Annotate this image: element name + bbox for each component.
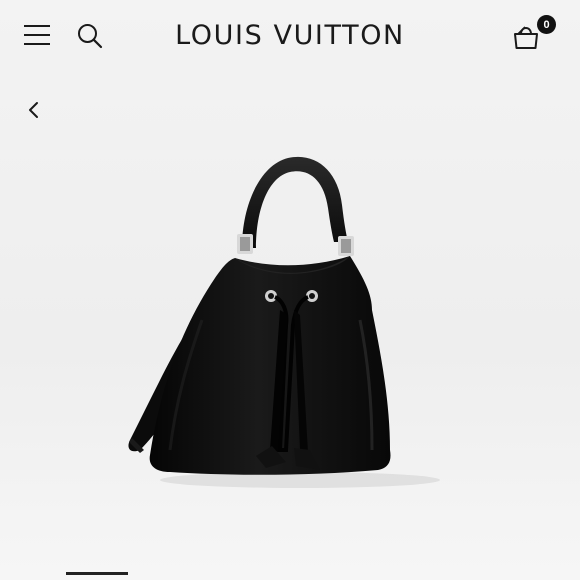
brand-logo[interactable]: LOUIS VUITTON bbox=[0, 20, 580, 51]
chevron-left-icon bbox=[29, 102, 38, 118]
product-page: LOUIS VUITTON 0 bbox=[0, 0, 580, 580]
image-pagination-indicator bbox=[66, 572, 128, 575]
site-header: LOUIS VUITTON 0 bbox=[0, 0, 580, 72]
cart-count-badge: 0 bbox=[537, 15, 556, 34]
handbag-image bbox=[128, 156, 440, 488]
shopping-bag-icon bbox=[514, 26, 538, 49]
back-button[interactable] bbox=[24, 98, 44, 122]
cart-button[interactable] bbox=[512, 22, 540, 50]
product-image[interactable] bbox=[110, 150, 470, 520]
